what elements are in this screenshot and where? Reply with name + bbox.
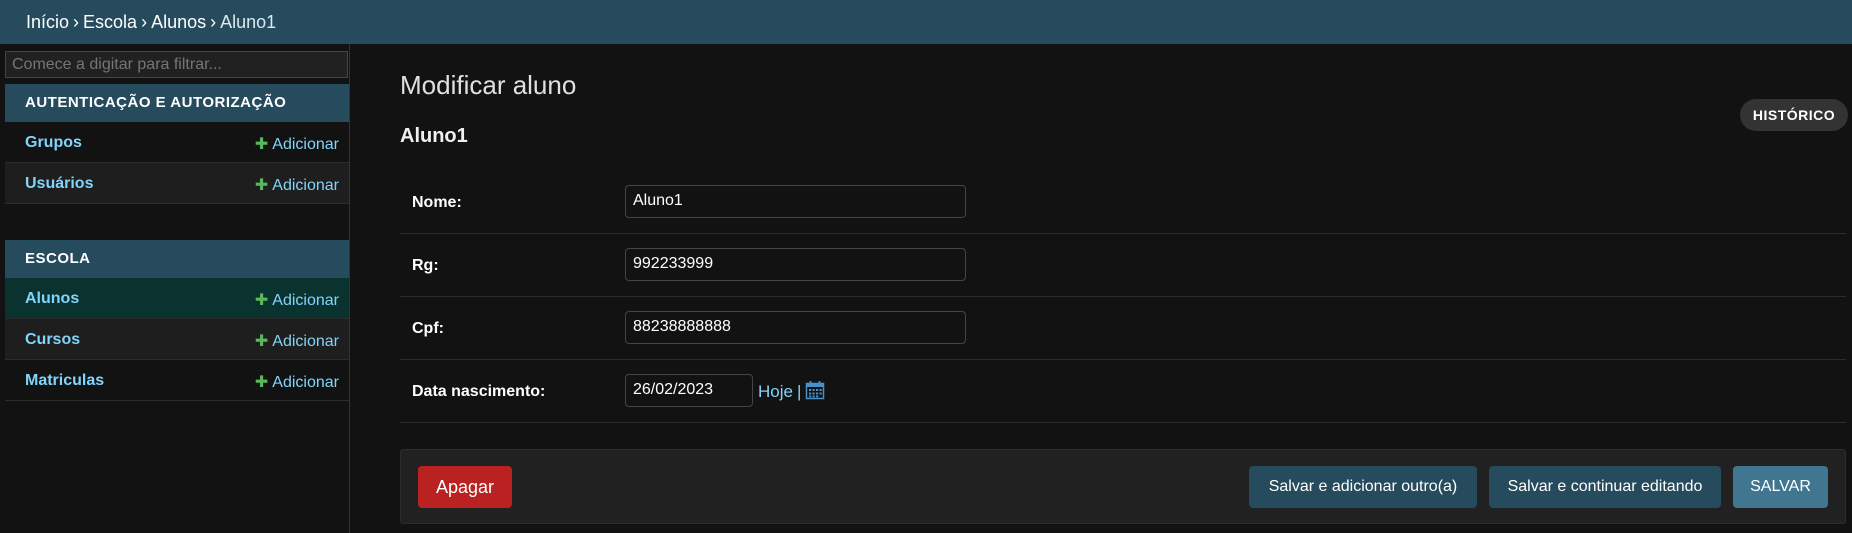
sidebar-item-matriculas: Matriculas ✚ Adicionar (5, 360, 349, 401)
calendar-icon[interactable] (805, 380, 825, 405)
plus-icon: ✚ (254, 177, 269, 194)
plus-icon: ✚ (254, 292, 269, 309)
page-title: Modificar aluno (400, 70, 577, 100)
plus-icon: ✚ (254, 374, 269, 391)
object-name: Aluno1 (400, 125, 468, 147)
form-row-rg: Rg: 992233999 (400, 234, 1846, 297)
rg-input[interactable]: 992233999 (625, 248, 966, 281)
date-shortcuts: Hoje | (758, 380, 825, 405)
module-caption-auth[interactable]: AUTENTICAÇÃO E AUTORIZAÇÃO (5, 84, 349, 122)
sidebar-item-alunos-link[interactable]: Alunos (25, 290, 79, 308)
today-link[interactable]: Hoje (758, 382, 793, 401)
delete-button[interactable]: Apagar (418, 466, 512, 508)
sidebar-item-grupos: Grupos ✚ Adicionar (5, 122, 349, 163)
nome-input[interactable]: Aluno1 (625, 185, 966, 218)
field-label-data-nascimento: Data nascimento: (412, 383, 546, 400)
sidebar-item-usuarios-link[interactable]: Usuários (25, 175, 93, 193)
sidebar-item-matriculas-link[interactable]: Matriculas (25, 372, 104, 390)
plus-icon: ✚ (254, 333, 269, 350)
sidebar-filter-input[interactable] (5, 51, 348, 78)
save-and-continue-button[interactable]: Salvar e continuar editando (1489, 466, 1721, 508)
sidebar-item-usuarios: Usuários ✚ Adicionar (5, 163, 349, 204)
breadcrumb-home-link[interactable]: Início (26, 12, 69, 32)
breadcrumb-separator: › (73, 12, 80, 32)
history-button[interactable]: HISTÓRICO (1740, 99, 1848, 131)
add-label: Adicionar (272, 177, 339, 194)
breadcrumb: Início › Escola › Alunos › Aluno1 (0, 0, 1852, 44)
breadcrumb-separator: › (141, 12, 148, 32)
submit-row: Apagar Salvar e adicionar outro(a) Salva… (400, 449, 1846, 524)
field-label-nome: Nome: (412, 194, 462, 211)
sidebar-item-cursos-link[interactable]: Cursos (25, 331, 80, 349)
add-alunos-link[interactable]: ✚ Adicionar (255, 290, 339, 310)
main-content: Modificar aluno HISTÓRICO Aluno1 Nome: A… (400, 44, 1852, 533)
add-cursos-link[interactable]: ✚ Adicionar (255, 331, 339, 351)
breadcrumb-escola-link[interactable]: Escola (83, 12, 137, 32)
add-label: Adicionar (272, 136, 339, 153)
save-button[interactable]: SALVAR (1733, 466, 1828, 508)
breadcrumb-alunos-link[interactable]: Alunos (151, 12, 206, 32)
breadcrumb-current: Aluno1 (220, 12, 277, 32)
sidebar-item-cursos: Cursos ✚ Adicionar (5, 319, 349, 360)
form-row-nome: Nome: Aluno1 (400, 171, 1846, 234)
add-usuarios-link[interactable]: ✚ Adicionar (255, 175, 339, 195)
breadcrumb-separator: › (210, 12, 217, 32)
shortcut-divider: | (796, 382, 802, 401)
add-label: Adicionar (272, 292, 339, 309)
plus-icon: ✚ (254, 136, 269, 153)
save-and-add-another-button[interactable]: Salvar e adicionar outro(a) (1249, 466, 1477, 508)
add-label: Adicionar (272, 333, 339, 350)
module-caption-escola[interactable]: ESCOLA (5, 240, 349, 278)
add-matriculas-link[interactable]: ✚ Adicionar (255, 372, 339, 392)
data-nascimento-input[interactable]: 26/02/2023 (625, 374, 753, 407)
add-grupos-link[interactable]: ✚ Adicionar (255, 134, 339, 154)
form-row-data-nascimento: Data nascimento: 26/02/2023 Hoje | (400, 360, 1846, 423)
add-label: Adicionar (272, 374, 339, 391)
cpf-input[interactable]: 88238888888 (625, 311, 966, 344)
sidebar-item-grupos-link[interactable]: Grupos (25, 134, 82, 152)
sidebar: AUTENTICAÇÃO E AUTORIZAÇÃO Grupos ✚Adici… (0, 44, 350, 533)
form-row-cpf: Cpf: 88238888888 (400, 297, 1846, 360)
field-label-cpf: Cpf: (412, 320, 444, 337)
field-label-rg: Rg: (412, 257, 439, 274)
sidebar-item-alunos: Alunos ✚ Adicionar (5, 278, 349, 319)
